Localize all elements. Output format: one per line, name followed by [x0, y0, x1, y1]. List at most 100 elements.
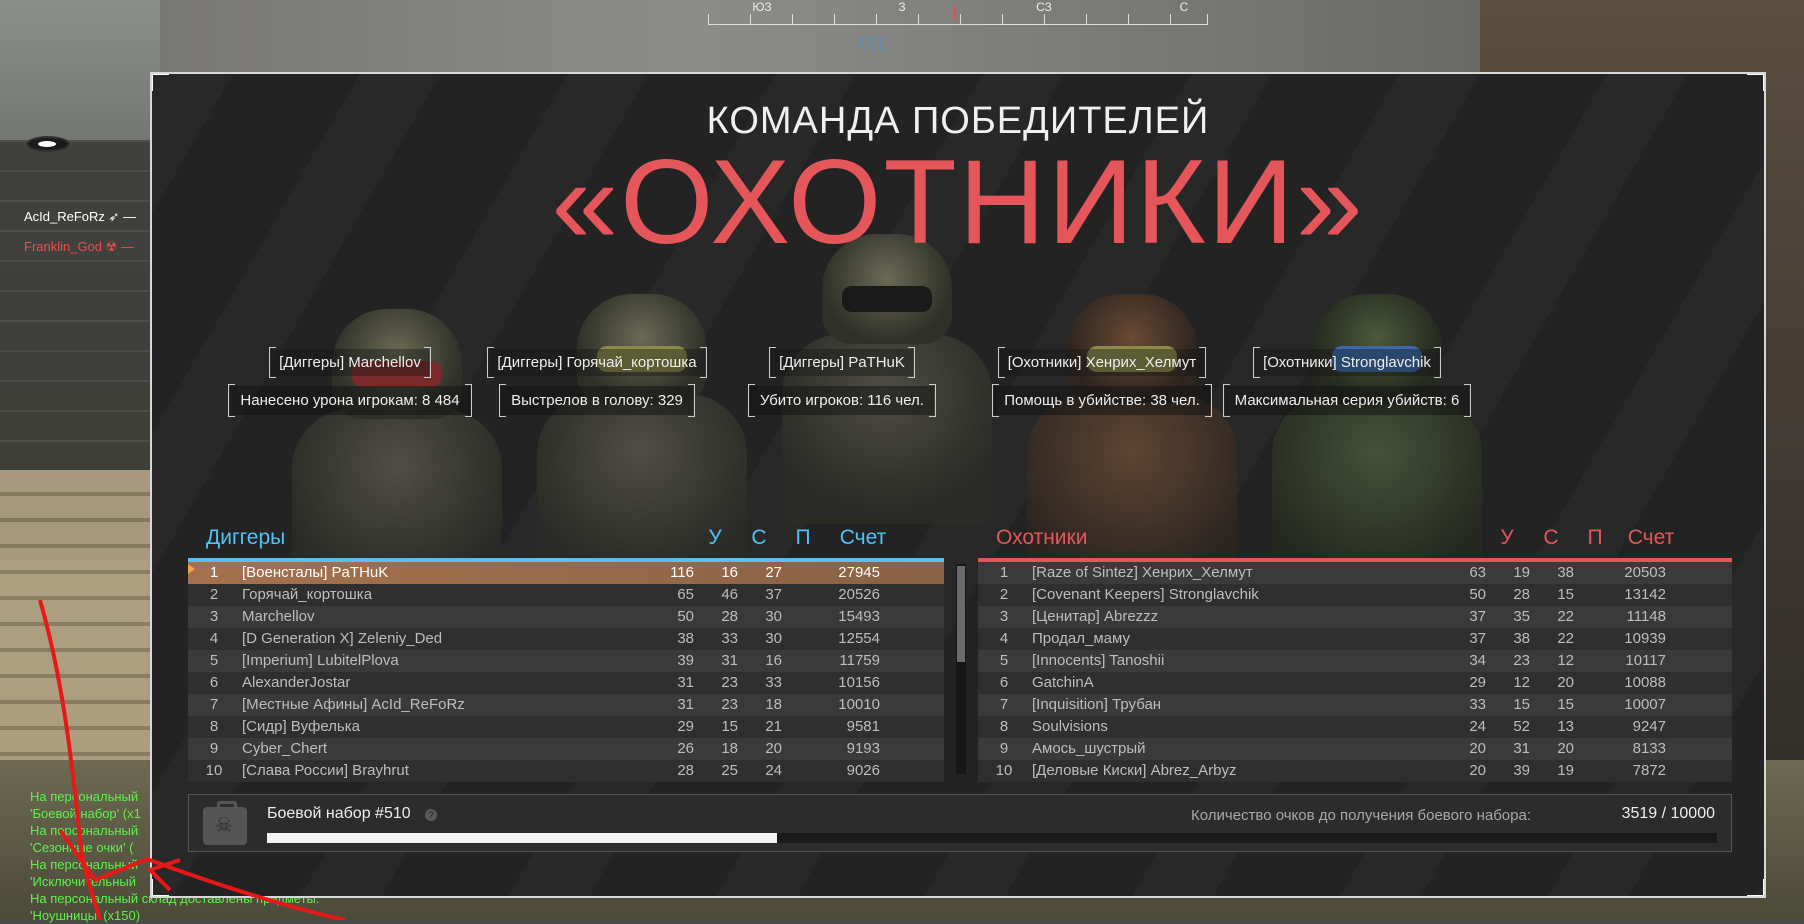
player-deaths: 38: [1513, 630, 1530, 647]
scoreboard-scrollbar[interactable]: [956, 564, 966, 774]
scoreboard-row[interactable]: 1 [Raze of Sintez] Хенрих_Хелмут 63 19 38 205…: [978, 562, 1732, 584]
winner-team-name: «ОХОТНИКИ»: [551, 135, 1365, 269]
player-assists: 19: [1557, 762, 1574, 779]
compass-marker: [954, 6, 956, 20]
player-kills: 34: [1469, 652, 1486, 669]
player-kills: 20: [1469, 762, 1486, 779]
player-kills: 26: [677, 740, 694, 757]
player-score: 11148: [1626, 608, 1667, 625]
player-deaths: 52: [1513, 718, 1530, 735]
scoreboard-row[interactable]: 3 [Ценитар] Abrezzz 37 35 22 11148: [978, 606, 1732, 628]
player-rank: 9: [209, 740, 219, 757]
player-rank: 2: [999, 586, 1009, 603]
scoreboard-row[interactable]: 2 Горячай_кортошка 65 46 37 20526: [188, 584, 944, 606]
player-kills: 37: [1469, 608, 1486, 625]
scoreboard-row[interactable]: 7 [Местные Афины] AcId_ReFoRz 31 23 18 10010: [188, 694, 944, 716]
player-score: 7872: [1632, 762, 1666, 779]
player-deaths: 46: [721, 586, 738, 603]
column-header-deaths[interactable]: С: [1536, 526, 1566, 550]
scoreboard-row[interactable]: 6 AlexanderJostar 31 23 33 10156: [188, 672, 944, 694]
highlight-player-name: [Диггеры] PaTHuK: [769, 347, 915, 378]
scoreboard-row[interactable]: 9 Амось_шустрый 20 31 20 8133: [978, 738, 1732, 760]
player-highlight-card: [Охотники] Хенрих_Хелмут Помощь в убийст…: [982, 347, 1222, 417]
player-score: 10010: [838, 696, 880, 713]
player-score: 12554: [838, 630, 880, 647]
column-header-kills[interactable]: У: [1492, 526, 1522, 550]
player-rank: 1: [209, 564, 219, 581]
scoreboard-row[interactable]: 4 [D Generation X] Zeleniy_Ded 38 33 30 12554: [188, 628, 944, 650]
column-header-assists[interactable]: П: [1580, 526, 1610, 550]
scoreboard-row[interactable]: 7 [Inquisition] Трубан 33 15 15 10007: [978, 694, 1732, 716]
player-name: [Raze of Sintez] Хенрих_Хелмут: [1032, 564, 1253, 581]
scoreboard-row[interactable]: 5 [Imperium] LubitelPlova 39 31 16 11759: [188, 650, 944, 672]
player-name: [Военсталы] PaTHuK: [242, 564, 389, 581]
player-rank: 8: [209, 718, 219, 735]
scoreboard-hunters: Охотники У С П Счет 1 [Raze of Sintez] Хе…: [978, 516, 1732, 782]
player-rank: 5: [209, 652, 219, 669]
player-kills: 24: [1469, 718, 1486, 735]
player-score: 27945: [838, 564, 880, 581]
chat-line: 'Сезонные очки' (: [30, 840, 134, 855]
player-rank: 6: [999, 674, 1009, 691]
player-score: 13142: [1624, 586, 1666, 603]
player-kills: 37: [1469, 630, 1486, 647]
player-score: 9193: [846, 740, 880, 757]
player-assists: 20: [1557, 674, 1574, 691]
help-icon[interactable]: ?: [425, 809, 437, 821]
player-rank: 10: [995, 762, 1013, 779]
player-highlight-card: [Диггеры] Горячай_кортошка Выстрелов в г…: [482, 347, 712, 417]
player-assists: 30: [765, 630, 782, 647]
column-header-assists[interactable]: П: [788, 526, 818, 550]
scoreboard-row[interactable]: 2 [Covenant Keepers] Stronglavchik 50 28 15 1…: [978, 584, 1732, 606]
scoreboard-row[interactable]: 1 [Военсталы] PaTHuK 116 16 27 27945: [188, 562, 944, 584]
player-name: Горячай_кортошка: [242, 586, 373, 603]
scoreboard-row[interactable]: 3 Marchellov 50 28 30 15493: [188, 606, 944, 628]
scoreboard-row[interactable]: 8 [Сидр] Вуфелька 29 15 21 9581: [188, 716, 944, 738]
player-assists: 27: [765, 564, 782, 581]
chat-line: 'Исключительный: [30, 874, 136, 889]
player-kills: 50: [1469, 586, 1486, 603]
kill-feed-entry: AcId_ReFoRz ➶ —: [24, 209, 137, 224]
player-assists: 20: [765, 740, 782, 757]
scoreboard-row[interactable]: 9 Cyber_Chert 26 18 20 9193: [188, 738, 944, 760]
scrollbar-thumb[interactable]: [957, 566, 965, 662]
team-name: Охотники: [996, 526, 1088, 549]
player-kills: 29: [677, 718, 694, 735]
player-deaths: 28: [1513, 586, 1530, 603]
player-deaths: 16: [721, 564, 738, 581]
scoreboard-row[interactable]: 4 Продал_маму 37 38 22 10939: [978, 628, 1732, 650]
player-deaths: 31: [1513, 740, 1530, 757]
scoreboard-row[interactable]: 8 Soulvisions 24 52 13 9247: [978, 716, 1732, 738]
street-lamp: [28, 138, 68, 150]
column-header-kills[interactable]: У: [700, 526, 730, 550]
scoreboard-row[interactable]: 6 GatchinA 29 12 20 10088: [978, 672, 1732, 694]
column-header-score[interactable]: Счет: [1616, 526, 1686, 550]
player-assists: 15: [1557, 586, 1574, 603]
scoreboard-row[interactable]: 5 [Innocents] Tanoshii 34 23 12 10117: [978, 650, 1732, 672]
compass-label: С: [1179, 0, 1189, 14]
player-name: [Слава России] Brayhrut: [242, 762, 409, 779]
player-kills: 38: [677, 630, 694, 647]
player-kills: 63: [1469, 564, 1486, 581]
player-rank: 4: [999, 630, 1009, 647]
player-rank: 6: [209, 674, 219, 691]
player-kills: 33: [1469, 696, 1486, 713]
player-name: Продал_маму: [1032, 630, 1130, 647]
scoreboard-row[interactable]: 10 [Деловые Киски] Abrez_Arbyz 20 39 19 7872: [978, 760, 1732, 782]
column-header-deaths[interactable]: С: [744, 526, 774, 550]
player-name: [Inquisition] Трубан: [1032, 696, 1162, 713]
direction-chevrons-icon: ❮❮❮: [855, 34, 888, 51]
chat-line: На персональный: [30, 789, 139, 804]
highlight-player-stat: Убито игроков: 116 чел.: [748, 384, 936, 417]
player-highlight-card: [Диггеры] PaTHuK Убито игроков: 116 чел.: [742, 347, 942, 417]
current-player-marker-icon: [188, 564, 195, 574]
player-deaths: 31: [721, 652, 738, 669]
player-kills: 116: [670, 564, 694, 581]
player-assists: 16: [765, 652, 782, 669]
column-header-score[interactable]: Счет: [828, 526, 898, 550]
scoreboard-row[interactable]: 10 [Слава России] Brayhrut 28 25 24 9026: [188, 760, 944, 782]
player-name: Cyber_Chert: [242, 740, 328, 757]
player-deaths: 15: [1513, 696, 1530, 713]
player-rank: 8: [999, 718, 1009, 735]
player-highlight-card: [Диггеры] Marchellov Нанесено урона игро…: [228, 347, 472, 417]
